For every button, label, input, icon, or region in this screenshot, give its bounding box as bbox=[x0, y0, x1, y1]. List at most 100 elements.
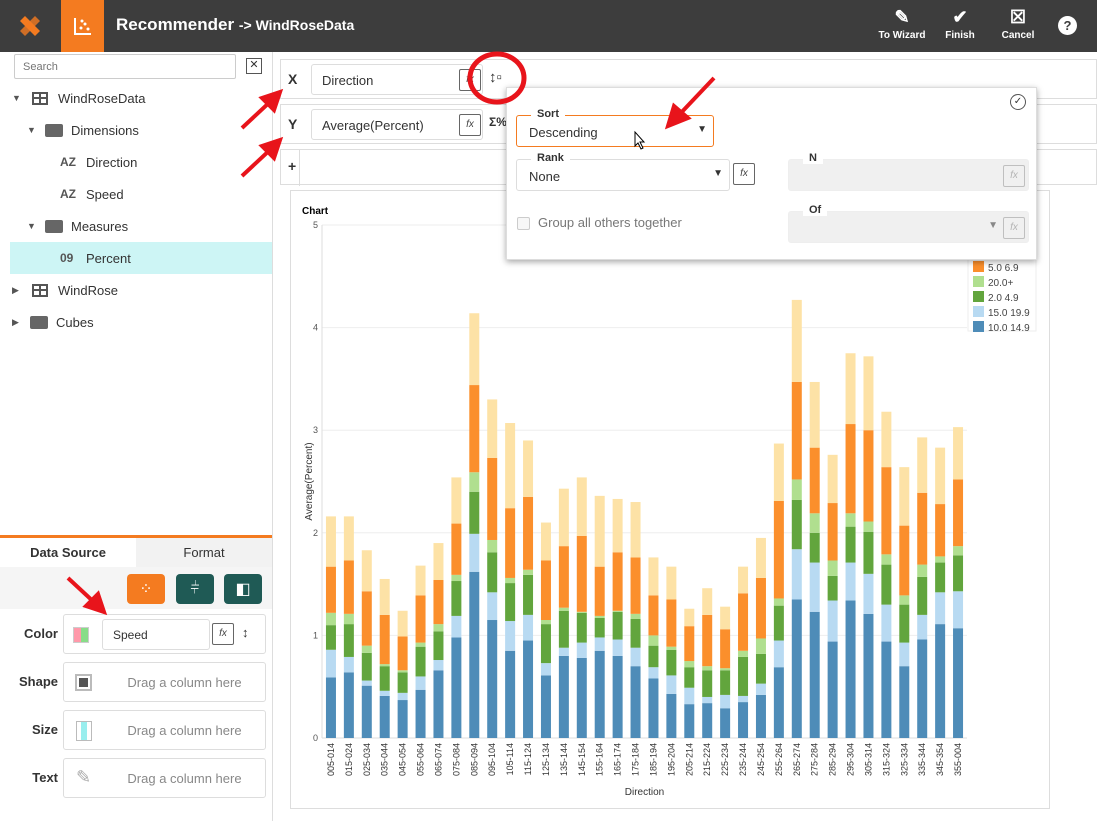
apply-check-icon[interactable]: ✓ bbox=[1010, 94, 1026, 110]
bar-segment bbox=[576, 477, 587, 536]
page-title: Recommender -> WindRoseData bbox=[116, 15, 355, 34]
bar-segment bbox=[612, 552, 623, 611]
swap-button[interactable]: ◧ bbox=[224, 574, 262, 604]
bar-segment bbox=[755, 653, 766, 684]
bar-segment bbox=[720, 606, 731, 630]
bar-segment bbox=[702, 670, 713, 697]
bar-segment bbox=[702, 666, 713, 671]
to-wizard-button[interactable]: ✎ To Wizard bbox=[872, 4, 932, 41]
expanded-caret-icon[interactable]: ▼ bbox=[12, 93, 22, 103]
formula-icon[interactable]: fx bbox=[733, 163, 755, 185]
tree-item-windrose[interactable]: ▶ WindRose bbox=[0, 274, 272, 306]
bar-segment bbox=[881, 604, 892, 642]
tab-data-source[interactable]: Data Source bbox=[0, 535, 136, 568]
formula-icon[interactable]: fx bbox=[459, 114, 481, 136]
bar-segment bbox=[684, 661, 695, 668]
bar-segment bbox=[523, 640, 534, 738]
group-others-checkbox[interactable] bbox=[517, 217, 530, 230]
legend-label: 20.0+ bbox=[988, 278, 1013, 289]
bar-segment bbox=[773, 640, 784, 668]
sort-icon[interactable]: ↕▫ bbox=[489, 69, 502, 86]
tree-item-measures[interactable]: ▼ Measures bbox=[0, 210, 272, 242]
x-tick-label: 225-234 bbox=[720, 743, 730, 776]
text-drop-zone[interactable]: ✎ Drag a column here bbox=[63, 758, 266, 798]
bar-segment bbox=[487, 539, 498, 553]
tree-item-percent[interactable]: 09 Percent bbox=[10, 242, 272, 274]
tree-item-direction[interactable]: AZ Direction bbox=[0, 146, 272, 178]
collapsed-caret-icon[interactable]: ▶ bbox=[12, 317, 22, 328]
bar-segment bbox=[451, 615, 462, 638]
bar-segment bbox=[881, 554, 892, 565]
finish-button[interactable]: ✔ Finish bbox=[930, 4, 990, 41]
bar-segment bbox=[612, 655, 623, 738]
legend-label: 2.0 4.9 bbox=[988, 293, 1019, 304]
bar-segment bbox=[720, 708, 731, 738]
bar-segment bbox=[845, 424, 856, 514]
recommender-icon bbox=[61, 0, 104, 52]
bar-segment bbox=[505, 577, 516, 584]
bar-segment bbox=[863, 430, 874, 522]
bar-segment bbox=[738, 566, 749, 594]
clear-search-icon[interactable]: ✕ bbox=[246, 58, 262, 74]
bar-segment bbox=[648, 667, 659, 679]
bar-segment bbox=[809, 562, 820, 612]
x-field-pill[interactable]: Direction bbox=[311, 64, 483, 95]
x-tick-label: 345-354 bbox=[935, 743, 945, 776]
bar-segment bbox=[648, 635, 659, 646]
color-field-pill[interactable]: Speed bbox=[102, 619, 210, 650]
sort-dropdown[interactable]: Sort Descending ▼ bbox=[516, 108, 714, 147]
bar-segment bbox=[540, 624, 551, 664]
bar-segment bbox=[630, 557, 641, 614]
tree-item-cubes[interactable]: ▶ Cubes bbox=[0, 306, 272, 338]
formula-icon[interactable]: fx bbox=[459, 69, 481, 91]
recommend-chart-button[interactable]: ⁘ bbox=[127, 574, 165, 604]
pencil-icon: ✎ bbox=[894, 7, 910, 27]
bar-segment bbox=[684, 626, 695, 662]
app-logo[interactable] bbox=[0, 0, 60, 52]
bar-segment bbox=[325, 677, 336, 738]
bar-segment bbox=[469, 491, 480, 534]
search-input[interactable] bbox=[14, 54, 236, 79]
x-tick-label: 245-254 bbox=[756, 743, 766, 776]
bar-segment bbox=[415, 689, 426, 738]
sort-icon[interactable]: ↕ bbox=[242, 625, 249, 640]
of-dropdown: Of ▼ fx bbox=[788, 204, 1029, 243]
x-tick-label: 145-154 bbox=[577, 743, 587, 776]
tree-item-speed[interactable]: AZ Speed bbox=[0, 178, 272, 210]
bar-segment bbox=[325, 625, 336, 650]
bar-segment bbox=[666, 675, 677, 694]
tree-item-windrosedata[interactable]: ▼ WindRoseData bbox=[0, 82, 272, 114]
rank-dropdown[interactable]: Rank None ▼ bbox=[516, 152, 730, 191]
tab-format[interactable]: Format bbox=[136, 538, 272, 568]
color-palette-icon[interactable] bbox=[73, 627, 89, 643]
bar-segment bbox=[755, 537, 766, 578]
tree-item-dimensions[interactable]: ▼ Dimensions bbox=[0, 114, 272, 146]
bar-segment bbox=[899, 604, 910, 643]
collapsed-caret-icon[interactable]: ▶ bbox=[12, 285, 22, 296]
bar-segment bbox=[523, 574, 534, 615]
bar-segment bbox=[451, 581, 462, 616]
align-button[interactable]: ⫩ bbox=[176, 574, 214, 604]
size-drop-zone[interactable]: Drag a column here bbox=[63, 710, 266, 750]
bar-segment bbox=[361, 652, 372, 681]
bar-segment bbox=[397, 670, 408, 673]
expanded-caret-icon[interactable]: ▼ bbox=[27, 221, 37, 231]
x-tick-label: 205-214 bbox=[684, 743, 694, 776]
shape-drop-zone[interactable]: Drag a column here bbox=[63, 662, 266, 702]
bar-segment bbox=[648, 557, 659, 596]
bar-segment bbox=[487, 620, 498, 738]
bar-segment bbox=[953, 628, 964, 738]
formula-icon[interactable]: fx bbox=[212, 623, 234, 645]
bar-segment bbox=[612, 639, 623, 656]
aggregate-icon[interactable]: Σ% bbox=[489, 115, 507, 129]
bar-segment bbox=[630, 666, 641, 738]
y-tick-label: 4 bbox=[313, 323, 318, 333]
number-type-icon: 09 bbox=[60, 251, 74, 265]
help-button[interactable]: ? bbox=[1058, 16, 1077, 35]
expanded-caret-icon[interactable]: ▼ bbox=[27, 125, 37, 135]
y-field-pill[interactable]: Average(Percent) bbox=[311, 109, 483, 140]
cancel-button[interactable]: ☒ Cancel bbox=[988, 4, 1048, 41]
bar-segment bbox=[325, 612, 336, 626]
bar-segment bbox=[791, 549, 802, 600]
bar-segment bbox=[845, 526, 856, 563]
